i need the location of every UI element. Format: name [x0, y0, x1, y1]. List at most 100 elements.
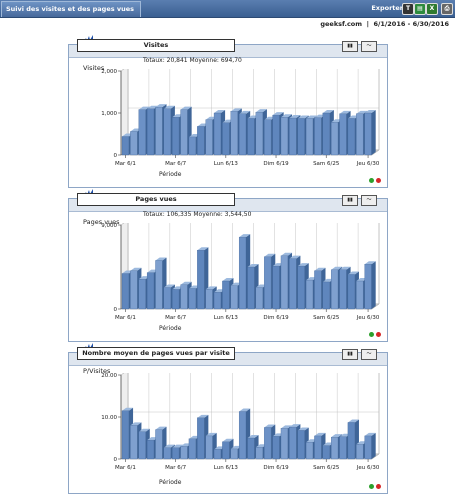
chart-type-buttons: ▮▮ 〜 — [339, 41, 377, 52]
bar-front — [255, 112, 263, 156]
bar-front — [155, 106, 163, 156]
x-tick-label: Mar 6/7 — [165, 315, 186, 321]
bar-front — [280, 255, 288, 310]
bar-front — [213, 112, 222, 156]
bar-front — [163, 108, 171, 156]
bar-front — [238, 411, 247, 460]
bar-side — [371, 432, 376, 459]
bar-front — [322, 112, 330, 156]
bar-front — [130, 425, 138, 460]
bar-front — [180, 446, 188, 460]
y-tick-label: 1,000 — [101, 111, 117, 117]
bar-front — [222, 441, 230, 460]
x-tick-label: Jeu 6/30 — [356, 465, 380, 471]
status-dots — [367, 332, 381, 339]
bar-front — [314, 270, 322, 310]
bar-front — [322, 445, 330, 460]
bar-front — [305, 279, 314, 310]
pdf-export-icon[interactable]: ▤ — [414, 3, 426, 15]
bar-front — [138, 278, 146, 310]
bar-side — [371, 110, 376, 155]
x-tick-label: Sam 6/25 — [313, 315, 340, 321]
x-tick-label: Lun 6/13 — [214, 161, 239, 167]
status-dots — [367, 178, 381, 185]
bar-front — [272, 436, 280, 460]
bar-front — [339, 113, 347, 156]
bar-front — [247, 118, 255, 156]
bar-front — [197, 417, 205, 460]
bar-front — [172, 447, 180, 460]
status-dots — [367, 484, 381, 491]
x-tick-label: Dim 6/19 — [263, 315, 289, 321]
export-label[interactable]: Exporter — [371, 0, 403, 17]
bar-front — [247, 437, 255, 460]
bar-front — [322, 281, 330, 310]
bar-front — [180, 109, 188, 156]
bar-front — [197, 126, 205, 156]
bar-front — [255, 287, 263, 310]
bar-front — [138, 109, 146, 156]
bar-front — [364, 435, 372, 460]
line-chart-icon[interactable]: 〜 — [361, 349, 377, 360]
bar-front — [255, 447, 263, 460]
x-tick-label: Sam 6/25 — [313, 465, 340, 471]
bar-chart-icon[interactable]: ▮▮ — [342, 195, 358, 206]
bar — [364, 432, 376, 460]
line-chart-icon[interactable]: 〜 — [361, 195, 377, 206]
bar-front — [121, 136, 130, 156]
report-tab[interactable]: Suivi des visites et des pages vues — [1, 1, 142, 17]
visits-chart: 0 1,000 2,000 Mar 6/1 Mar 6/7 Lun 6/13 Dim 6/1… — [101, 69, 380, 167]
bar-front — [163, 287, 171, 310]
bar-front — [272, 265, 280, 310]
bar-front — [305, 442, 314, 460]
bar-front — [356, 444, 364, 460]
chart-type-buttons: ▮▮ 〜 — [339, 195, 377, 206]
y-tick-label: 0 — [114, 457, 118, 463]
x-axis-label: Période — [159, 171, 182, 178]
bar-front — [197, 250, 205, 310]
bar-front — [121, 410, 130, 460]
excel-export-icon[interactable]: X — [426, 3, 438, 15]
bar-front — [297, 118, 305, 156]
bar-front — [163, 447, 171, 460]
x-tick-label: Mar 6/1 — [115, 315, 136, 321]
site-and-date: geeksf.com | 6/1/2016 - 6/30/2016 — [320, 20, 449, 28]
bar-front — [272, 114, 280, 156]
date-range[interactable]: 6/1/2016 - 6/30/2016 — [373, 20, 449, 28]
title-bar: Suivi des visites et des pages vues Expo… — [0, 0, 455, 18]
bar — [364, 110, 376, 156]
x-tick-label: Mar 6/7 — [165, 465, 186, 471]
text-export-icon[interactable]: T — [402, 3, 414, 15]
bar-chart-icon[interactable]: ▮▮ — [342, 349, 358, 360]
bar-chart-icon[interactable]: ▮▮ — [342, 41, 358, 52]
bar-front — [314, 435, 322, 460]
bar-front — [146, 108, 155, 156]
y-tick-label: 0 — [114, 153, 118, 159]
bar-front — [364, 264, 372, 310]
bar-front — [264, 119, 272, 156]
pageviews-panel: Pages vues ▮▮ 〜 Totaux: 106,335 Moyenne: … — [68, 189, 388, 342]
bar-front — [230, 448, 238, 460]
print-icon[interactable]: ⎙ — [441, 3, 453, 15]
bar-front — [305, 118, 314, 156]
green-status-icon — [369, 484, 374, 489]
x-tick-label: Mar 6/7 — [165, 161, 186, 167]
chart-title: Pages vues — [77, 193, 235, 206]
bar-front — [180, 284, 188, 310]
x-tick-label: Dim 6/19 — [263, 161, 289, 167]
bar-front — [339, 269, 347, 310]
red-status-icon — [376, 484, 381, 489]
totals-line: Totaux: 106,335 Moyenne: 3,544,50 — [143, 211, 252, 218]
line-chart-icon[interactable]: 〜 — [361, 41, 377, 52]
bar — [364, 261, 376, 310]
bar-front — [264, 427, 272, 460]
bar-front — [339, 436, 347, 460]
bar-front — [331, 269, 339, 310]
bar-front — [280, 117, 288, 156]
bar-front — [230, 285, 238, 310]
y-tick-label: 0 — [114, 307, 118, 313]
x-tick-label: Jeu 6/30 — [356, 161, 380, 167]
bar-front — [356, 280, 364, 310]
bar-front — [205, 289, 213, 310]
visits-panel: Visites ▮▮ 〜 Totaux: 20,841 Moyenne: 694,… — [68, 35, 388, 188]
